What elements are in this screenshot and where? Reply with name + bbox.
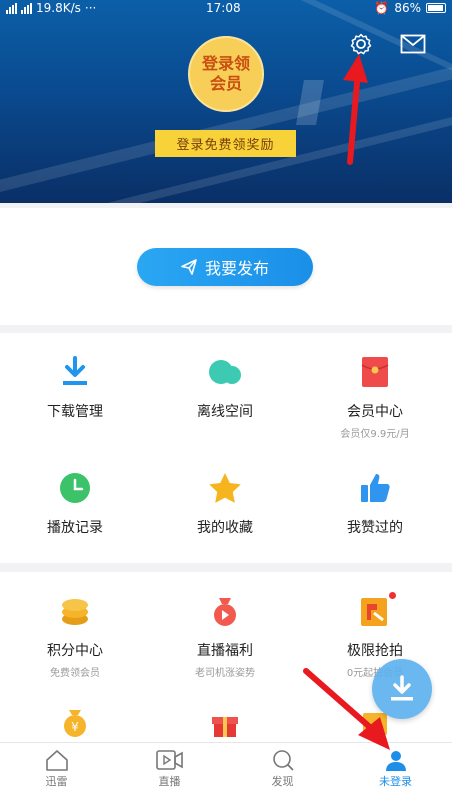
user-icon <box>339 747 452 773</box>
grid-item-offline-space[interactable]: 离线空间 <box>150 355 300 421</box>
battery-icon <box>426 3 446 13</box>
login-reward-banner[interactable]: 登录免费领奖励 <box>155 130 296 157</box>
thumbs-up-icon <box>358 471 392 505</box>
grid-item-live-welfare[interactable]: 直播福利 老司机涨姿势 <box>150 594 300 679</box>
grid-item-ticket[interactable] <box>300 706 450 740</box>
search-icon <box>226 747 339 773</box>
app-screen: 登录领 会员 登录免费领奖励 19.8K/s ··· 17:08 ⏰ 86% 我… <box>0 0 452 792</box>
nav-item-not-logged-in[interactable]: 未登录 <box>339 747 452 789</box>
nav-item-discover[interactable]: 发现 <box>226 747 339 789</box>
grid-item-label: 会员中心 <box>347 404 403 420</box>
download-icon <box>58 355 92 389</box>
signal-icon <box>21 2 32 14</box>
auction-icon <box>358 592 396 628</box>
grid-item-vip-center[interactable]: 会员中心 会员仅9.9元/月 <box>300 355 450 440</box>
gift-icon <box>208 706 242 740</box>
publish-button[interactable]: 我要发布 <box>137 248 313 286</box>
grid-item-gift[interactable] <box>150 706 300 740</box>
grid-item-sublabel: 免费领会员 <box>50 668 100 679</box>
signal-icon <box>6 2 17 14</box>
grid-item-label: 我赞过的 <box>347 520 403 536</box>
cloud-icon <box>208 355 242 389</box>
video-icon <box>113 747 226 773</box>
settings-button[interactable] <box>347 30 375 58</box>
money-bag-icon <box>208 594 242 628</box>
status-bar: 19.8K/s ··· 17:08 ⏰ 86% <box>0 0 452 16</box>
notification-dot <box>389 592 396 599</box>
grid-item-label: 播放记录 <box>47 520 103 536</box>
grid-item-label: 下载管理 <box>47 404 103 420</box>
nav-label: 未登录 <box>379 775 412 788</box>
network-speed: 19.8K/s <box>36 1 81 15</box>
services-grid: 积分中心 免费领会员 直播福利 老司机涨姿势 极限抢拍 0元起拍会员 ¥ <box>0 572 452 744</box>
nav-item-xunlei[interactable]: 迅雷 <box>0 747 113 789</box>
grid-item-label: 极限抢拍 <box>347 643 403 659</box>
grid-item-flash-auction[interactable]: 极限抢拍 0元起拍会员 <box>300 592 450 679</box>
grid-item-label: 积分中心 <box>47 643 103 659</box>
clock-icon <box>58 471 92 505</box>
star-icon <box>208 471 242 505</box>
profile-header: 登录领 会员 登录免费领奖励 <box>0 0 452 203</box>
red-envelope-icon <box>358 355 392 389</box>
coins-icon <box>58 594 92 628</box>
alarm-icon: ⏰ <box>374 1 390 15</box>
grid-item-label: 离线空间 <box>197 404 253 420</box>
download-icon <box>391 675 413 701</box>
grid-item-label: 我的收藏 <box>197 520 253 536</box>
envelope-icon <box>400 34 426 54</box>
vip-badge-line2: 会员 <box>209 74 242 93</box>
nav-item-live[interactable]: 直播 <box>113 747 226 789</box>
publish-label: 我要发布 <box>204 259 269 278</box>
floating-download-button[interactable] <box>372 659 432 719</box>
svg-text:¥: ¥ <box>71 720 79 734</box>
messages-button[interactable] <box>399 30 427 58</box>
status-dots: ··· <box>84 1 97 15</box>
yuan-bag-icon: ¥ <box>58 706 92 740</box>
grid-item-yuan-bag[interactable]: ¥ <box>0 706 150 740</box>
grid-item-liked[interactable]: 我赞过的 <box>300 471 450 537</box>
paper-plane-icon <box>181 259 197 275</box>
grid-item-sublabel: 会员仅9.9元/月 <box>340 429 410 440</box>
grid-item-download[interactable]: 下载管理 <box>0 355 150 421</box>
grid-item-favorites[interactable]: 我的收藏 <box>150 471 300 537</box>
bottom-navigation: 迅雷 直播 发现 未登录 <box>0 742 452 792</box>
publish-section: 我要发布 <box>0 208 452 325</box>
grid-item-label: 直播福利 <box>197 643 253 659</box>
features-grid: 下载管理 离线空间 会员中心 会员仅9.9元/月 播放记录 我的收藏 我赞过的 <box>0 333 452 563</box>
vip-badge-line1: 登录领 <box>201 54 250 73</box>
grid-item-points-center[interactable]: 积分中心 免费领会员 <box>0 594 150 679</box>
nav-label: 发现 <box>271 775 294 788</box>
grid-item-play-history[interactable]: 播放记录 <box>0 471 150 537</box>
grid-item-sublabel: 老司机涨姿势 <box>195 668 255 679</box>
nav-label: 直播 <box>158 775 181 788</box>
vip-login-badge[interactable]: 登录领 会员 <box>188 36 264 112</box>
nav-label: 迅雷 <box>45 775 68 788</box>
home-icon <box>0 747 113 773</box>
clock: 17:08 <box>206 1 241 15</box>
battery-percent: 86% <box>394 1 421 15</box>
gear-icon <box>350 33 372 55</box>
